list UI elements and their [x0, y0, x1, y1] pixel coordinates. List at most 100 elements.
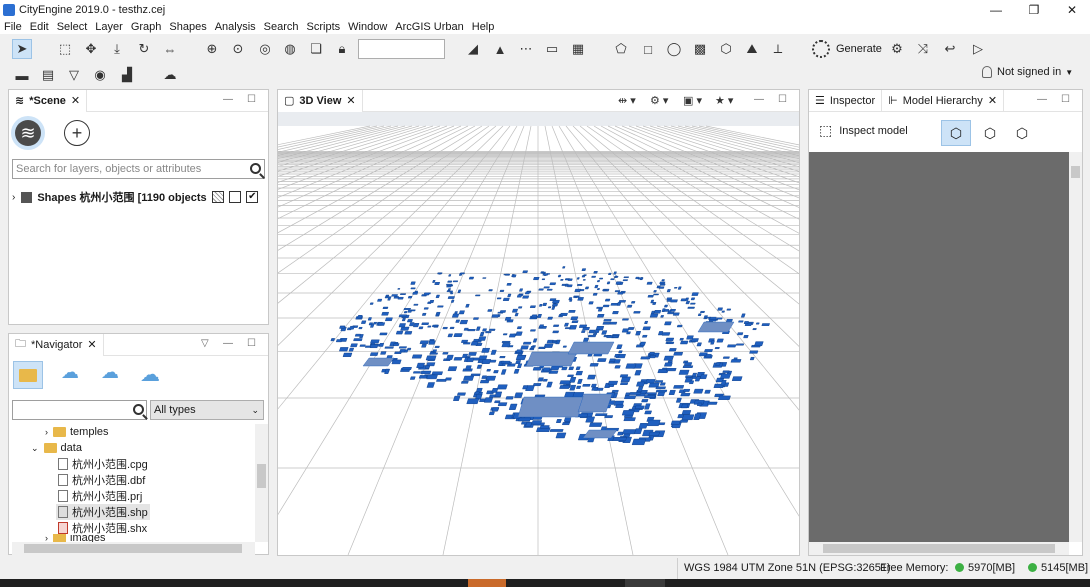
building-footprint[interactable] — [581, 275, 586, 278]
building-footprint[interactable] — [631, 301, 636, 304]
building-footprint[interactable] — [691, 292, 699, 296]
building-footprint[interactable] — [384, 317, 393, 321]
building-footprint[interactable] — [483, 397, 494, 403]
building-footprint[interactable] — [568, 310, 576, 313]
building-footprint[interactable] — [515, 331, 523, 336]
building-footprint[interactable] — [727, 344, 737, 348]
building-footprint[interactable] — [501, 340, 511, 343]
building-footprint[interactable] — [504, 316, 512, 321]
building-footprint[interactable] — [381, 311, 390, 316]
camera-icon[interactable]: ◎ — [255, 39, 275, 59]
building-footprint[interactable] — [562, 266, 566, 269]
building-footprint[interactable] — [691, 372, 698, 378]
tab-navigator[interactable]: 🗀︎ *Navigator ✕ — [9, 333, 104, 356]
building-footprint[interactable] — [574, 296, 578, 299]
building-footprint[interactable] — [391, 294, 398, 297]
building-footprint[interactable] — [696, 402, 703, 406]
building-footprint[interactable] — [626, 331, 631, 335]
building-footprint[interactable] — [604, 298, 611, 302]
building-footprint[interactable] — [377, 322, 386, 326]
building-footprint[interactable] — [463, 327, 469, 331]
building-footprint[interactable] — [542, 367, 551, 372]
maximize-panel-icon[interactable]: ☐ — [247, 94, 256, 105]
building-footprint[interactable] — [358, 326, 363, 330]
building-footprint[interactable] — [539, 324, 545, 328]
building-footprint[interactable] — [421, 322, 430, 325]
bar-chart-icon[interactable]: ▟ — [117, 65, 137, 85]
building-footprint[interactable] — [614, 275, 618, 278]
building-footprint[interactable] — [564, 322, 569, 327]
building-footprint[interactable] — [490, 349, 497, 355]
building-footprint[interactable] — [512, 274, 517, 278]
building-footprint[interactable] — [500, 360, 511, 364]
building-footprint[interactable] — [530, 329, 536, 332]
building-footprint[interactable] — [681, 414, 695, 421]
frame-icon[interactable]: ⊕ — [202, 39, 222, 59]
building-footprint[interactable] — [515, 355, 527, 361]
taskbar-app-icon[interactable] — [468, 579, 506, 587]
building-footprint[interactable] — [339, 347, 349, 352]
building-footprint[interactable] — [487, 309, 493, 312]
building-footprint[interactable] — [410, 281, 416, 285]
building-footprint[interactable] — [686, 335, 694, 340]
building-footprint[interactable] — [574, 288, 582, 293]
building-footprint[interactable] — [572, 392, 585, 398]
tree-item-data[interactable]: ⌄ data — [31, 440, 82, 456]
building-footprint[interactable] — [610, 278, 615, 281]
building-footprint[interactable] — [743, 321, 749, 324]
building-footprint[interactable] — [591, 387, 599, 391]
building-footprint[interactable] — [648, 431, 660, 436]
building-footprint[interactable] — [714, 347, 720, 350]
building-footprint[interactable] — [539, 425, 550, 429]
street-grid-icon[interactable]: ⋯ — [516, 39, 536, 59]
building-footprint[interactable] — [649, 355, 656, 359]
building-footprint[interactable] — [549, 429, 564, 432]
building-footprint[interactable] — [641, 399, 649, 403]
building-footprint[interactable] — [678, 369, 690, 375]
navigator-vertical-scrollbar[interactable] — [255, 424, 268, 542]
building-footprint[interactable] — [735, 343, 745, 346]
building-footprint[interactable] — [644, 320, 649, 324]
building-footprint[interactable] — [369, 302, 374, 305]
building-footprint[interactable] — [576, 277, 580, 280]
chevron-right-icon[interactable]: › — [45, 427, 48, 437]
minimize-panel-icon[interactable]: — — [223, 338, 233, 349]
building-footprint[interactable] — [699, 374, 708, 380]
building-footprint[interactable] — [704, 349, 713, 352]
building-footprint[interactable] — [444, 377, 452, 381]
chevron-down-icon[interactable]: ⌄ — [31, 443, 39, 454]
building-footprint[interactable] — [380, 351, 387, 355]
visibility-checkbox[interactable]: ✔ — [246, 191, 259, 203]
building-footprint[interactable] — [568, 366, 575, 370]
building-footprint[interactable] — [754, 341, 764, 347]
building-footprint[interactable] — [636, 381, 646, 387]
building-footprint[interactable] — [569, 385, 577, 391]
building-footprint[interactable] — [597, 358, 607, 362]
building-footprint[interactable] — [680, 340, 689, 345]
menu-select[interactable]: Select — [57, 21, 88, 33]
building-footprint[interactable] — [653, 293, 659, 296]
building-footprint[interactable] — [395, 330, 404, 335]
building-footprint[interactable] — [644, 410, 652, 415]
building-footprint[interactable] — [675, 397, 682, 403]
building-footprint[interactable] — [749, 350, 759, 354]
building-footprint[interactable] — [596, 314, 605, 318]
building-footprint[interactable] — [453, 357, 463, 361]
select-tool-icon[interactable]: ➤ — [12, 39, 32, 59]
building-footprint[interactable] — [531, 314, 538, 319]
building-footprint[interactable] — [546, 288, 553, 291]
building-footprint[interactable] — [587, 334, 597, 338]
building-footprint[interactable] — [349, 325, 355, 330]
building-footprint[interactable] — [419, 340, 429, 344]
building-footprint[interactable] — [608, 361, 615, 364]
building-footprint[interactable] — [596, 306, 604, 309]
building-footprint[interactable] — [562, 345, 567, 348]
building-footprint[interactable] — [435, 294, 440, 298]
building-footprint[interactable] — [617, 291, 624, 295]
building-footprint[interactable] — [576, 385, 582, 389]
building-footprint[interactable] — [511, 308, 519, 313]
building-footprint[interactable] — [370, 339, 380, 344]
building-footprint[interactable] — [519, 288, 524, 292]
type-filter-select[interactable]: All types ⌄ — [150, 400, 264, 420]
building-footprint[interactable] — [553, 324, 560, 327]
